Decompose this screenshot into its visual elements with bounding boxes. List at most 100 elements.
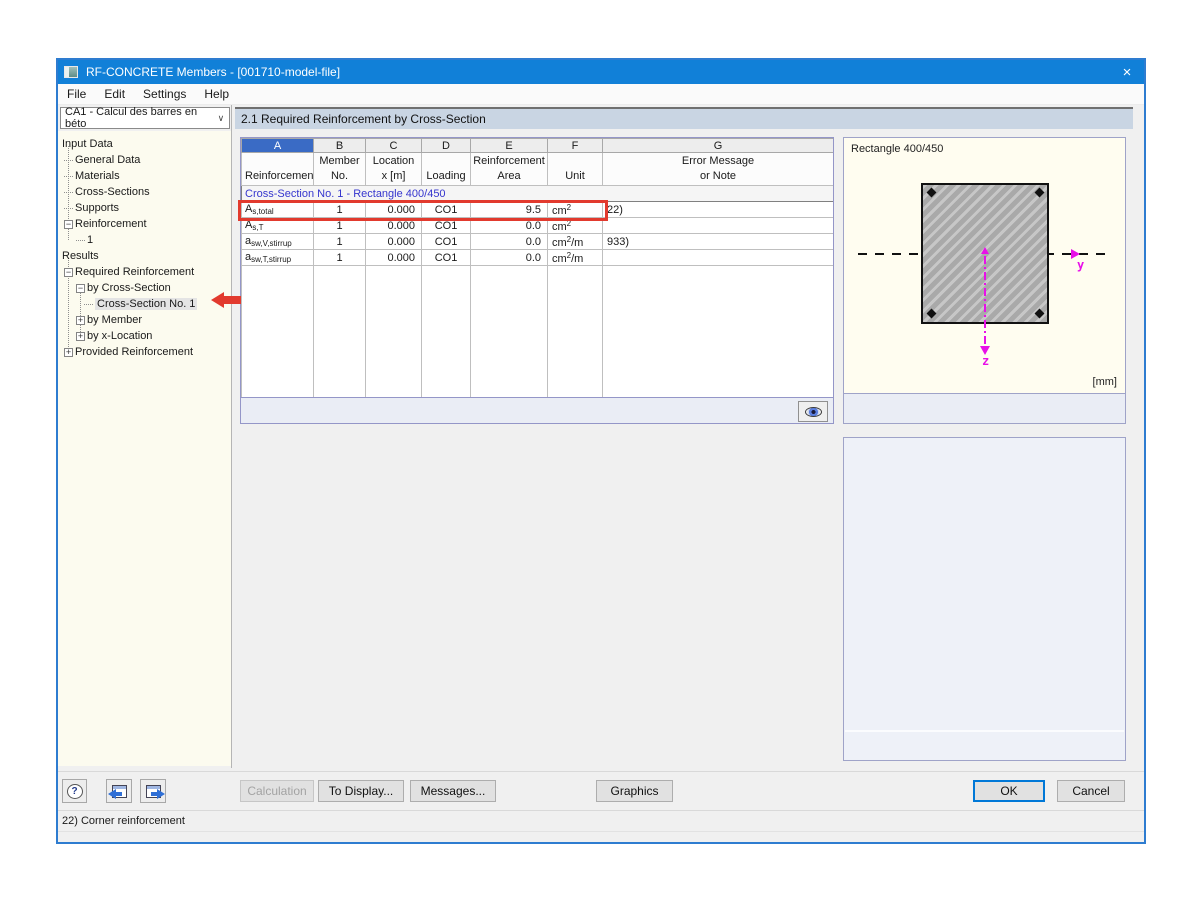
minus-icon[interactable]: − [64,219,73,229]
cell-location[interactable]: 0.000 [365,249,422,266]
app-icon [64,66,78,78]
tree-item-provided-reinforcement[interactable]: + Provided Reinforcement [64,344,193,360]
cell-unit[interactable]: cm2/m [547,233,603,250]
section-title: 2.1 Required Reinforcement by Cross-Sect… [241,112,486,126]
eye-icon [804,406,822,417]
cell-member-no[interactable]: 1 [313,249,366,266]
close-button[interactable]: × [1110,60,1144,84]
header-reinforcement-area: Reinforcement Area [470,152,548,186]
tree-item-by-x-location[interactable]: + by x-Location [76,328,152,344]
view-button[interactable] [798,401,828,422]
cell-area[interactable]: 0.0 [470,249,548,266]
annotation-arrow-icon [211,292,224,308]
tree-item-reinforcement[interactable]: − Reinforcement [64,216,147,232]
annotation-arrow-tail [224,296,241,304]
z-axis-line [984,256,986,346]
calculation-button[interactable]: Calculation [240,780,314,802]
tree-item-by-member[interactable]: + by Member [76,312,142,328]
cell-loading[interactable]: CO1 [421,249,471,266]
header-loading: Loading [421,152,471,186]
tree-item-general-data[interactable]: General Data [64,152,140,168]
cell-location[interactable]: 0.000 [365,233,422,250]
plus-icon[interactable]: + [64,347,73,357]
tree-stub [76,239,85,241]
cell-reinforcement-type[interactable]: asw,T,stirrup [241,249,314,266]
messages-button[interactable]: Messages... [410,780,496,802]
header-error-message: Error Message or Note [602,152,833,186]
screen: RF-CONCRETE Members - [001710-model-file… [0,0,1200,900]
tree-item-input-data[interactable]: Input Data [62,136,113,152]
column-letter-row: A B C D E F G [241,138,833,153]
help-button[interactable]: ? [62,779,87,803]
column-header-g[interactable]: G [602,138,833,153]
cell-note[interactable] [602,217,833,234]
menu-file[interactable]: File [58,85,95,103]
column-header-d[interactable]: D [421,138,471,153]
header-reinforcement: Reinforcement [241,152,314,186]
design-case-selector[interactable]: CA1 - Calcul des barres en béto ∨ [60,106,230,130]
cell-area[interactable]: 0.0 [470,233,548,250]
window-back-icon [107,784,127,799]
chevron-down-icon: ∨ [217,112,225,123]
tree-stub [64,159,73,161]
cell-unit[interactable]: cm2/m [547,249,603,266]
tree-item-supports[interactable]: Supports [64,200,119,216]
tree-item-cross-sections[interactable]: Cross-Sections [64,184,150,200]
previous-window-button[interactable] [106,779,132,803]
cell-reinforcement-type[interactable]: asw,V,stirrup [241,233,314,250]
separator [58,771,1144,772]
graphics-button[interactable]: Graphics [596,780,673,802]
next-window-button[interactable] [140,779,166,803]
graphic-title: Rectangle 400/450 [851,143,944,155]
results-table: A B C D E F G Reinforcement Member No. Lo… [241,138,833,399]
status-bar: 22) Corner reinforcement [58,811,1144,832]
close-icon: × [1122,63,1132,81]
results-table-panel: A B C D E F G Reinforcement Member No. Lo… [240,137,834,424]
unit-label: [mm] [1092,376,1117,388]
cell-note[interactable]: 933) [602,233,833,250]
header-unit: Unit [547,152,603,186]
column-header-a[interactable]: A [241,138,314,153]
tree-item-reinforcement-1[interactable]: 1 [76,232,93,248]
graphic-footer-strip [844,393,1125,423]
cell-note[interactable] [602,249,833,266]
cell-note[interactable]: 22) [602,201,833,218]
cell-loading[interactable]: CO1 [421,233,471,250]
table-empty-area [241,265,833,399]
panel-divider [845,730,1124,732]
tree-item-required-reinforcement[interactable]: − Required Reinforcement [64,264,194,280]
menu-help[interactable]: Help [195,85,238,103]
plus-icon[interactable]: + [76,331,85,341]
minus-icon[interactable]: − [64,267,73,277]
column-header-f[interactable]: F [547,138,603,153]
status-text: 22) Corner reinforcement [62,815,185,827]
menu-edit[interactable]: Edit [95,85,134,103]
ok-button[interactable]: OK [973,780,1045,802]
tree-item-cross-section-no-1[interactable]: Cross-Section No. 1 [84,296,198,312]
y-axis-label: y [1077,258,1085,272]
section-header: 2.1 Required Reinforcement by Cross-Sect… [235,107,1133,129]
tree-stub [64,175,73,177]
column-header-e[interactable]: E [470,138,548,153]
cancel-button[interactable]: Cancel [1057,780,1125,802]
table-subheader-row: Reinforcement Member No. Location x [m] Lo… [241,152,833,186]
column-header-b[interactable]: B [313,138,366,153]
selected-tree-label: Cross-Section No. 1 [95,298,198,310]
tree-item-materials[interactable]: Materials [64,168,120,184]
column-header-c[interactable]: C [365,138,422,153]
plus-icon[interactable]: + [76,315,85,325]
tree-item-by-cross-section[interactable]: − by Cross-Section [76,280,171,296]
to-display-button[interactable]: To Display... [318,780,404,802]
tree-stub [84,303,93,305]
tree-stub [64,207,73,209]
menu-settings[interactable]: Settings [134,85,195,103]
z-axis-label: z [982,354,990,368]
secondary-graphic-panel [843,437,1126,761]
minus-icon[interactable]: − [76,283,85,293]
cell-member-no[interactable]: 1 [313,233,366,250]
tree-stub [64,191,73,193]
help-icon: ? [66,783,83,799]
table-row: asw,V,stirrup 1 0.000 CO1 0.0 cm2/m 933) [241,233,833,250]
cross-section-graphic-panel: Rectangle 400/450 y z [mm] [843,137,1126,424]
tree-item-results[interactable]: Results [62,248,99,264]
